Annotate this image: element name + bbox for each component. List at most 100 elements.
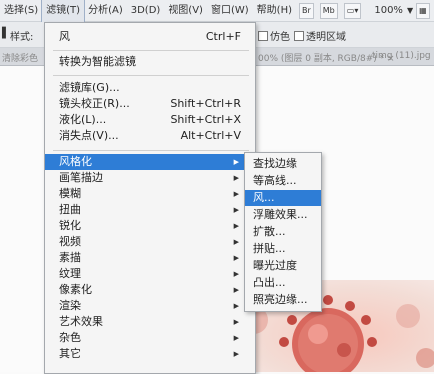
antialias-checkbox[interactable]: 仿色: [258, 28, 290, 43]
menu-item-video[interactable]: 视频 ▶: [45, 234, 255, 250]
tool-preset-icon[interactable]: ▌: [2, 28, 10, 39]
tab-fragment[interactable]: 清除彩色: [2, 51, 38, 64]
transparency-label: 透明区域: [306, 32, 346, 43]
submenu-arrow-icon: ▶: [233, 206, 239, 214]
menu-item-filter-gallery[interactable]: 滤镜库(G)...: [45, 80, 255, 96]
antialias-label: 仿色: [270, 32, 290, 43]
menu-item-shortcut: Ctrl+F: [205, 30, 241, 43]
menu-item-pixelate[interactable]: 像素化 ▶: [45, 282, 255, 298]
submenu-item-label: 浮雕效果...: [253, 208, 308, 221]
menu-item-last-filter[interactable]: 风 Ctrl+F: [45, 29, 255, 45]
arrange-documents-button[interactable]: ▦: [416, 2, 430, 19]
menu-item-shortcut: Shift+Ctrl+R: [170, 97, 241, 110]
menu-separator: [53, 150, 249, 151]
submenu-item-contour[interactable]: 等高线...: [245, 173, 321, 189]
screen-mode-button[interactable]: ▭▾: [343, 2, 362, 19]
zoom-dropdown[interactable]: 100% ▼: [374, 5, 413, 16]
menu-item-noise[interactable]: 杂色 ▶: [45, 330, 255, 346]
submenu-item-label: 拼贴...: [253, 242, 286, 255]
menu-3d[interactable]: 3D(D): [127, 0, 165, 22]
menu-window[interactable]: 窗口(W): [207, 0, 253, 22]
menu-separator: [53, 50, 249, 51]
menu-item-shortcut: Shift+Ctrl+X: [170, 113, 241, 126]
menu-select[interactable]: 选择(S): [0, 0, 42, 22]
submenu-item-tiles[interactable]: 拼贴...: [245, 241, 321, 257]
menu-item-label: 视频: [59, 235, 81, 248]
submenu-arrow-icon: ▶: [233, 318, 239, 326]
menu-item-label: 纹理: [59, 267, 81, 280]
menu-item-label: 渲染: [59, 299, 81, 312]
menu-item-vanishing-point[interactable]: 消失点(V)... Alt+Ctrl+V: [45, 128, 255, 144]
menu-item-label: 转换为智能滤镜: [59, 55, 136, 68]
menu-item-label: 锐化: [59, 219, 81, 232]
submenu-item-label: 曝光过度: [253, 259, 297, 272]
menu-item-other[interactable]: 其它 ▶: [45, 346, 255, 362]
menu-item-label: 滤镜库(G)...: [59, 81, 120, 94]
menu-item-lens-correction[interactable]: 镜头校正(R)... Shift+Ctrl+R: [45, 96, 255, 112]
tab-document-2[interactable]: timg (11).jpg @ 1: [372, 51, 434, 61]
menu-item-shortcut: Alt+Ctrl+V: [180, 129, 241, 142]
menu-item-distort[interactable]: 扭曲 ▶: [45, 202, 255, 218]
chevron-down-icon: ▼: [406, 6, 414, 15]
minibridge-button[interactable]: Mb: [319, 2, 338, 19]
submenu-item-extrude[interactable]: 凸出...: [245, 275, 321, 291]
menu-item-label: 扭曲: [59, 203, 81, 216]
menu-item-label: 素描: [59, 251, 81, 264]
submenu-item-diffuse[interactable]: 扩散...: [245, 224, 321, 240]
submenu-item-wind[interactable]: 风...: [245, 190, 321, 206]
menu-item-render[interactable]: 渲染 ▶: [45, 298, 255, 314]
menu-item-label: 液化(L)...: [59, 113, 107, 126]
menu-item-label: 风: [59, 30, 70, 43]
menu-help[interactable]: 帮助(H): [253, 0, 296, 22]
arrange-icon: ▦: [419, 5, 427, 15]
style-label: 样式:: [10, 32, 34, 43]
menu-item-liquify[interactable]: 液化(L)... Shift+Ctrl+X: [45, 112, 255, 128]
checkbox-icon: [294, 30, 304, 41]
submenu-item-solarize[interactable]: 曝光过度: [245, 258, 321, 274]
menu-item-stylize[interactable]: 风格化 ▶: [45, 154, 255, 170]
menu-item-label: 风格化: [59, 155, 92, 168]
menu-item-label: 艺术效果: [59, 315, 103, 328]
menu-item-blur[interactable]: 模糊 ▶: [45, 186, 255, 202]
submenu-arrow-icon: ▶: [233, 238, 239, 246]
bridge-button[interactable]: Br: [299, 2, 314, 19]
submenu-item-emboss[interactable]: 浮雕效果...: [245, 207, 321, 223]
menu-item-texture[interactable]: 纹理 ▶: [45, 266, 255, 282]
menu-item-smart-filter[interactable]: 转换为智能滤镜: [45, 54, 255, 70]
submenu-arrow-icon: ▶: [233, 350, 239, 358]
submenu-item-label: 扩散...: [253, 225, 286, 238]
menu-filter[interactable]: 滤镜(T): [41, 0, 86, 23]
submenu-item-find-edges[interactable]: 查找边缘: [245, 156, 321, 172]
stylize-submenu: 查找边缘 等高线... 风... 浮雕效果... 扩散... 拼贴... 曝光过…: [244, 152, 322, 312]
submenu-item-label: 凸出...: [253, 276, 286, 289]
submenu-arrow-icon: ▶: [233, 254, 239, 262]
submenu-arrow-icon: ▶: [233, 270, 239, 278]
menu-separator: [53, 75, 249, 76]
menu-item-sharpen[interactable]: 锐化 ▶: [45, 218, 255, 234]
filter-menu: 风 Ctrl+F 转换为智能滤镜 滤镜库(G)... 镜头校正(R)... Sh…: [44, 22, 256, 374]
submenu-arrow-icon: ▶: [233, 158, 239, 166]
menu-item-label: 消失点(V)...: [59, 129, 119, 142]
menu-analysis[interactable]: 分析(A): [84, 0, 127, 22]
submenu-item-label: 查找边缘: [253, 157, 297, 170]
submenu-item-label: 等高线...: [253, 174, 297, 187]
menu-item-label: 画笔描边: [59, 171, 103, 184]
submenu-arrow-icon: ▶: [233, 286, 239, 294]
menu-item-sketch[interactable]: 素描 ▶: [45, 250, 255, 266]
menubar: 选择(S) 滤镜(T) 分析(A) 3D(D) 视图(V) 窗口(W) 帮助(H…: [0, 0, 434, 23]
menu-view[interactable]: 视图(V): [164, 0, 207, 22]
submenu-arrow-icon: ▶: [233, 174, 239, 182]
menu-item-artistic[interactable]: 艺术效果 ▶: [45, 314, 255, 330]
submenu-arrow-icon: ▶: [233, 190, 239, 198]
submenu-item-glowing-edges[interactable]: 照亮边缘...: [245, 292, 321, 308]
menu-item-label: 其它: [59, 347, 81, 360]
menu-item-label: 杂色: [59, 331, 81, 344]
zoom-value: 100%: [374, 5, 403, 16]
submenu-arrow-icon: ▶: [233, 302, 239, 310]
transparency-checkbox[interactable]: 透明区域: [294, 28, 346, 43]
checkbox-icon: [258, 30, 268, 41]
submenu-item-label: 风...: [253, 191, 275, 204]
submenu-arrow-icon: ▶: [233, 334, 239, 342]
menu-item-brush-strokes[interactable]: 画笔描边 ▶: [45, 170, 255, 186]
menu-item-label: 像素化: [59, 283, 92, 296]
